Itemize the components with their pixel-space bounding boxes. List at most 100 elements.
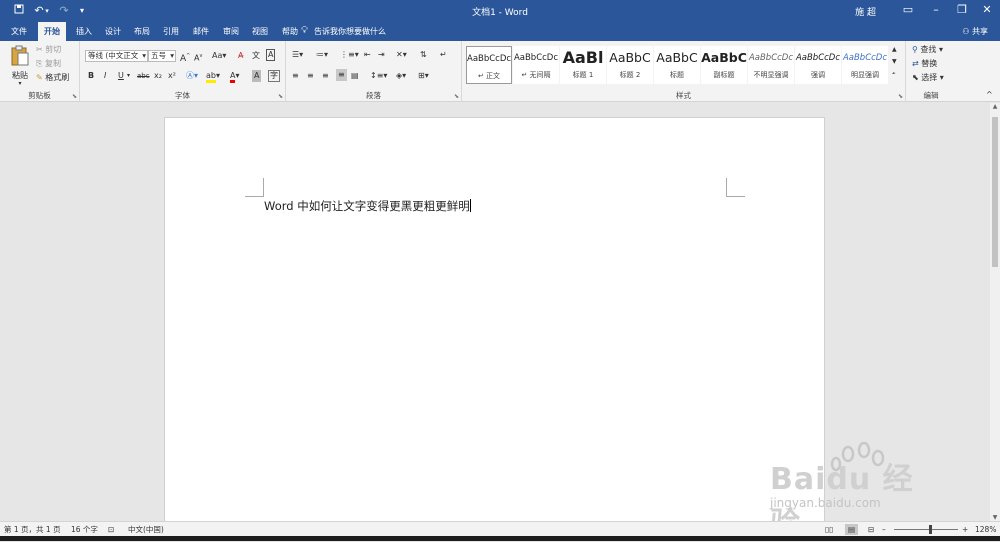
find-button[interactable]: ⚲ 查找 ▾ — [912, 44, 943, 56]
underline-button[interactable]: U — [118, 70, 124, 82]
italic-button[interactable]: I — [104, 70, 106, 82]
style-sample: AaBbCcDc — [467, 54, 511, 64]
ribbon-display-options-icon[interactable]: ▭ — [894, 0, 922, 22]
tab-view[interactable]: 视图 — [246, 22, 274, 41]
character-shading-button[interactable]: A — [252, 70, 262, 82]
tab-layout[interactable]: 布局 — [128, 22, 156, 41]
collapse-ribbon-icon[interactable]: ^ — [986, 89, 993, 101]
style-heading-2[interactable]: AaBbC 标题 2 — [607, 46, 653, 84]
tab-review[interactable]: 审阅 — [217, 22, 245, 41]
format-painter-button[interactable]: ✎ 格式刷 — [36, 72, 69, 84]
numbering-icon[interactable]: ≔▾ — [316, 49, 328, 61]
document-page[interactable]: Word 中如何让文字变得更黑更粗更鲜明 — [164, 117, 825, 522]
word-count[interactable]: 16 个字 — [71, 524, 98, 535]
justify-icon[interactable]: ≡ — [336, 69, 347, 81]
select-button[interactable]: ⬉ 选择 ▾ — [912, 72, 944, 84]
character-border-button[interactable]: A — [266, 49, 276, 61]
zoom-slider[interactable] — [894, 529, 958, 530]
styles-scroll-down-icon[interactable]: ▼ — [892, 57, 897, 67]
strikethrough-button[interactable]: abc — [137, 70, 150, 82]
align-left-icon[interactable]: ≡ — [292, 70, 299, 82]
style-intense-emphasis[interactable]: AaBbCcDc 明显强调 — [842, 46, 888, 84]
styles-more-icon[interactable]: ⩡ — [892, 69, 895, 79]
line-spacing-icon[interactable]: ↕≡▾ — [370, 70, 387, 82]
chinese-layout-icon[interactable]: ✕▾ — [396, 49, 407, 61]
close-icon[interactable]: ✕ — [973, 0, 1000, 22]
dialog-launcher-icon[interactable]: ⬊ — [278, 93, 283, 100]
zoom-out-icon[interactable]: – — [882, 524, 886, 535]
tab-file[interactable]: 文件 — [5, 22, 33, 41]
style-subtitle[interactable]: AaBbC 副标题 — [701, 46, 747, 84]
decrease-indent-icon[interactable]: ⇤ — [364, 49, 371, 61]
sort-icon[interactable]: ⇅ — [420, 49, 427, 61]
tab-mailings[interactable]: 邮件 — [187, 22, 215, 41]
web-layout-icon[interactable]: ⊟ — [868, 524, 874, 535]
align-right-icon[interactable]: ≡ — [322, 70, 329, 82]
style-normal[interactable]: AaBbCcDc ↵ 正文 — [466, 46, 512, 84]
borders-icon[interactable]: ⊞▾ — [418, 70, 429, 82]
font-name-combo[interactable]: 等线 (中文正文 ▾ — [85, 50, 148, 62]
scrollbar-thumb[interactable] — [992, 117, 998, 267]
shrink-font-button[interactable]: Av — [194, 50, 202, 65]
copy-button[interactable]: ⎘ 复制 — [36, 58, 61, 70]
multilevel-list-icon[interactable]: ⋮≡▾ — [340, 49, 359, 61]
tab-insert[interactable]: 插入 — [70, 22, 98, 41]
share-button[interactable]: ⚇ 共享 — [962, 22, 988, 41]
subscript-button[interactable]: x₂ — [154, 70, 162, 82]
page-count[interactable]: 第 1 页，共 1 页 — [4, 524, 61, 535]
zoom-level[interactable]: 128% — [975, 524, 996, 535]
style-subtle-emphasis[interactable]: AaBbCcDc 不明显强调 — [748, 46, 794, 84]
user-name[interactable]: 施 超 — [855, 5, 876, 18]
underline-dropdown-icon[interactable]: ▾ — [127, 70, 130, 82]
scroll-up-icon[interactable]: ▲ — [990, 103, 1000, 110]
restore-icon[interactable]: ❐ — [948, 0, 976, 22]
zoom-slider-thumb[interactable] — [929, 525, 932, 534]
tab-home[interactable]: 开始 — [38, 22, 66, 41]
dialog-launcher-icon[interactable]: ⬊ — [72, 93, 77, 100]
paste-button[interactable]: 粘贴 ▾ — [8, 45, 32, 87]
cut-button[interactable]: ✂ 剪切 — [36, 44, 61, 56]
phonetic-guide-button[interactable]: 文 — [252, 50, 260, 62]
document-body-text[interactable]: Word 中如何让文字变得更黑更粗更鲜明 — [264, 198, 471, 214]
bold-button[interactable]: B — [88, 70, 94, 82]
styles-scroll-up-icon[interactable]: ▲ — [892, 45, 897, 55]
tab-references[interactable]: 引用 — [157, 22, 185, 41]
style-emphasis[interactable]: AaBbCcDc 强调 — [795, 46, 841, 84]
enclose-characters-icon[interactable]: 字 — [268, 70, 280, 82]
text-effects-icon[interactable]: Ⓐ▾ — [186, 70, 198, 82]
distributed-icon[interactable]: ▤ — [351, 70, 359, 82]
tab-design[interactable]: 设计 — [99, 22, 127, 41]
vertical-scrollbar[interactable]: ▲ ▼ — [990, 103, 1000, 521]
replace-label: 替换 — [921, 59, 938, 68]
style-no-spacing[interactable]: AaBbCcDc ↵ 无间隔 — [513, 46, 559, 84]
font-color-button[interactable]: A▾ — [230, 70, 240, 83]
style-title[interactable]: AaBbC 标题 — [654, 46, 700, 84]
style-sample: AaBbCcDc — [842, 53, 888, 63]
align-center-icon[interactable]: ≡ — [307, 70, 314, 82]
paste-dropdown-icon[interactable]: ▾ — [8, 81, 32, 87]
minimize-icon[interactable]: – — [922, 0, 950, 22]
bullets-icon[interactable]: ☰▾ — [292, 49, 303, 61]
superscript-button[interactable]: x² — [168, 70, 176, 82]
change-case-button[interactable]: Aa▾ — [212, 50, 226, 62]
grow-font-button[interactable]: A^ — [180, 50, 190, 65]
read-mode-icon[interactable]: ▯▯ — [825, 524, 833, 535]
replace-button[interactable]: ⇄ 替换 — [912, 58, 937, 70]
proofing-icon[interactable]: ⊡ — [108, 524, 114, 535]
clear-formatting-icon[interactable]: A̶ — [238, 50, 243, 62]
language-indicator[interactable]: 中文(中国) — [128, 524, 164, 535]
scroll-down-icon[interactable]: ▼ — [990, 514, 1000, 521]
tab-help[interactable]: 帮助 — [276, 22, 304, 41]
zoom-in-icon[interactable]: + — [962, 524, 968, 535]
font-size-combo[interactable]: 五号 ▾ — [148, 50, 176, 62]
tell-me-search[interactable]: 告诉我你想要做什么 — [314, 22, 386, 41]
print-layout-icon[interactable]: ▤ — [845, 524, 859, 535]
dialog-launcher-icon[interactable]: ⬊ — [898, 93, 903, 100]
style-sample: AaBl — [562, 48, 604, 67]
shading-icon[interactable]: ◈▾ — [396, 70, 406, 82]
highlight-button[interactable]: ab▾ — [206, 70, 220, 83]
style-heading-1[interactable]: AaBl 标题 1 — [560, 46, 606, 84]
dialog-launcher-icon[interactable]: ⬊ — [454, 93, 459, 100]
show-marks-icon[interactable]: ↵ — [440, 49, 447, 61]
increase-indent-icon[interactable]: ⇥ — [378, 49, 385, 61]
